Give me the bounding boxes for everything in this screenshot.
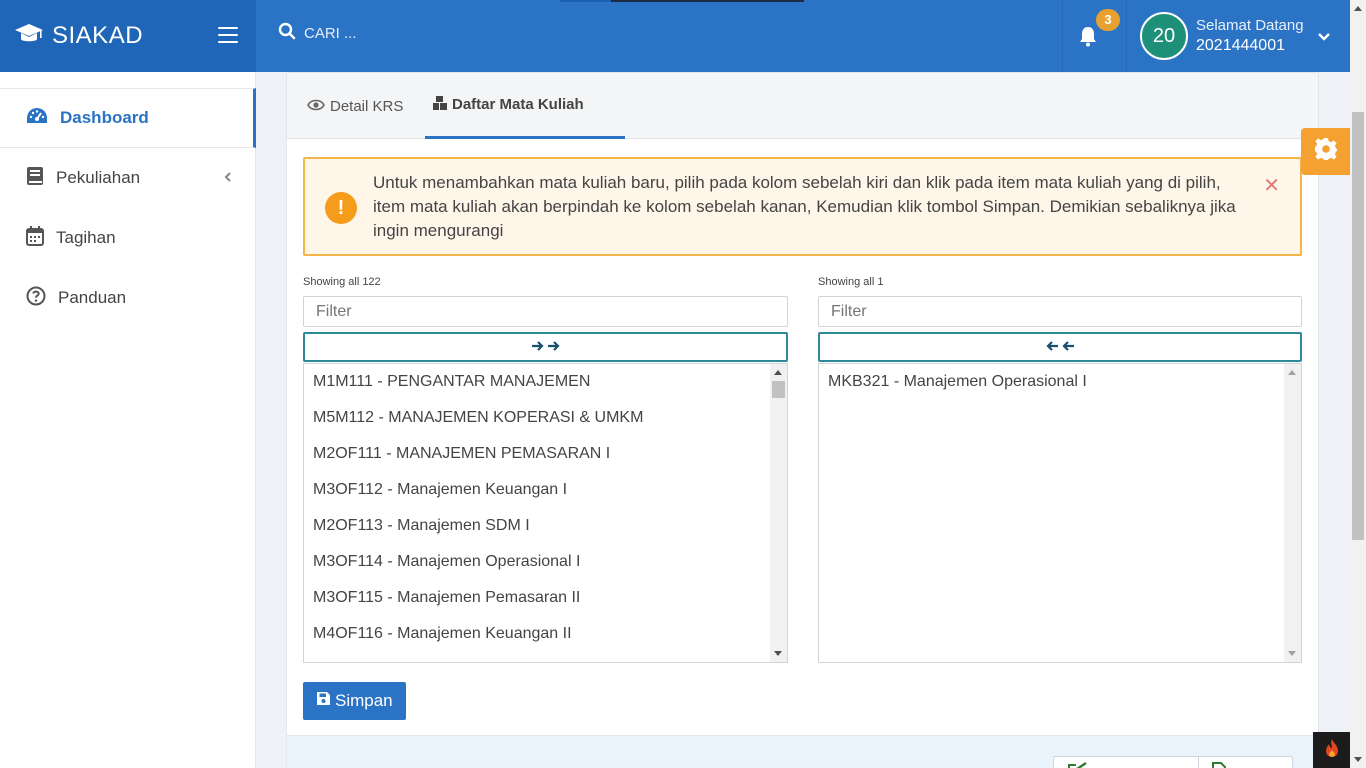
tab-detail-krs[interactable]: Detail KRS: [299, 73, 411, 139]
course-option[interactable]: M1M111 - PENGANTAR MANAJEMEN: [304, 364, 771, 400]
selected-filter-input[interactable]: [818, 296, 1302, 327]
edit-icon: [1068, 761, 1088, 768]
krs-card: Detail KRS Daftar Mata Kuliah ! Untuk me…: [286, 72, 1319, 736]
avatar: 20: [1140, 12, 1188, 60]
sidebar-item-label: Panduan: [58, 288, 127, 307]
menu-toggle-icon[interactable]: [218, 27, 238, 43]
bottom-action-buttons[interactable]: [1053, 756, 1293, 768]
search-icon: [278, 22, 296, 45]
tab-bar: Detail KRS Daftar Mata Kuliah: [287, 73, 1318, 139]
dashboard-gauge-icon: [26, 107, 48, 130]
course-option[interactable]: M3OF112 - Manajemen Keuangan I: [304, 472, 771, 508]
save-button[interactable]: Simpan: [303, 682, 406, 720]
greeting-text: Selamat Datang: [1196, 17, 1304, 34]
calendar-icon: [26, 225, 44, 251]
notifications[interactable]: 3: [1062, 0, 1127, 72]
sidebar-item-panduan[interactable]: Panduan: [0, 268, 256, 328]
fire-button[interactable]: [1313, 732, 1350, 768]
course-option[interactable]: M2OF113 - Manajemen SDM I: [304, 508, 771, 544]
available-courses-list[interactable]: M1M111 - PENGANTAR MANAJEMEN M5M112 - MA…: [303, 363, 788, 663]
document-icon: [1212, 761, 1226, 768]
available-count: Showing all 122: [303, 276, 381, 288]
sidebar-item-tagihan[interactable]: Tagihan: [0, 208, 256, 268]
save-label: Simpan: [335, 691, 393, 710]
double-arrow-left-icon: [1045, 337, 1075, 358]
alert-message: Untuk menambahkan mata kuliah baru, pili…: [373, 173, 1236, 240]
tab-label: Detail KRS: [330, 97, 404, 115]
move-all-right-button[interactable]: [303, 332, 788, 362]
course-option[interactable]: MKB321 - Manajemen Operasional I: [819, 364, 1286, 400]
info-alert: ! Untuk menambahkan mata kuliah baru, pi…: [303, 157, 1302, 256]
selected-courses-list[interactable]: MKB321 - Manajemen Operasional I: [818, 363, 1302, 663]
chevron-left-icon: [224, 170, 232, 188]
page-scrollbar[interactable]: [1350, 0, 1366, 768]
selected-count: Showing all 1: [818, 276, 884, 288]
eye-icon: [307, 98, 325, 115]
available-filter-input[interactable]: [303, 296, 788, 327]
list-scrollbar[interactable]: [770, 364, 787, 662]
graduation-cap-icon: [14, 23, 44, 50]
double-arrow-right-icon: [531, 337, 561, 358]
list-scrollbar[interactable]: [1284, 364, 1301, 662]
course-option[interactable]: M3OF115 - Manajemen Pemasaran II: [304, 580, 771, 616]
course-option[interactable]: M3OF114 - Manajemen Operasional I: [304, 544, 771, 580]
search-box[interactable]: CARI ...: [278, 22, 357, 45]
course-option[interactable]: M2OF111 - MANAJEMEN PEMASARAN I: [304, 436, 771, 472]
question-circle-icon: [26, 286, 46, 311]
gear-icon: [1314, 137, 1338, 166]
sidebar-item-dashboard[interactable]: Dashboard: [0, 88, 256, 148]
fire-icon: [1324, 738, 1340, 763]
chevron-down-icon[interactable]: [1317, 28, 1330, 46]
course-option[interactable]: M4OF116 - Manajemen Keuangan II: [304, 616, 771, 652]
sidebar-item-pekuliahan[interactable]: Pekuliahan: [0, 148, 256, 208]
book-icon: [26, 166, 44, 191]
brand-name: SIAKAD: [52, 22, 144, 49]
available-courses-panel: Showing all 122 M1M111 - PENGANTAR MANAJ…: [303, 276, 788, 663]
notification-badge: 3: [1096, 9, 1120, 31]
sidebar: Dashboard Pekuliahan Tagihan Panduan: [0, 72, 256, 768]
top-navbar: SIAKAD CARI ... 3 20 Selamat Datang 2021…: [0, 0, 1350, 72]
top-edge-mark: [611, 0, 804, 2]
course-option[interactable]: M4OF117 - Manajemen SDM II: [304, 652, 771, 662]
settings-gear-button[interactable]: [1301, 128, 1350, 175]
course-option[interactable]: M5M112 - MANAJEMEN KOPERASI & UMKM: [304, 400, 771, 436]
sidebar-item-label: Dashboard: [60, 108, 149, 127]
selected-courses-panel: Showing all 1 MKB321 - Manajemen Operasi…: [818, 276, 1302, 663]
tab-label: Daftar Mata Kuliah: [452, 96, 584, 113]
tab-daftar-mata-kuliah[interactable]: Daftar Mata Kuliah: [425, 73, 625, 139]
search-input[interactable]: CARI ...: [304, 25, 357, 42]
save-icon: [316, 691, 331, 711]
close-icon[interactable]: ✕: [1263, 173, 1280, 198]
top-edge-mark: [560, 0, 611, 2]
exclamation-icon: !: [325, 192, 357, 224]
sidebar-item-label: Pekuliahan: [56, 168, 141, 187]
user-id: 2021444001: [1196, 37, 1285, 54]
bell-icon[interactable]: [1078, 25, 1098, 52]
move-all-left-button[interactable]: [818, 332, 1302, 362]
user-menu[interactable]: 20 Selamat Datang 2021444001: [1140, 12, 1330, 60]
sidebar-item-label: Tagihan: [56, 228, 116, 247]
boxes-icon: [433, 95, 447, 114]
